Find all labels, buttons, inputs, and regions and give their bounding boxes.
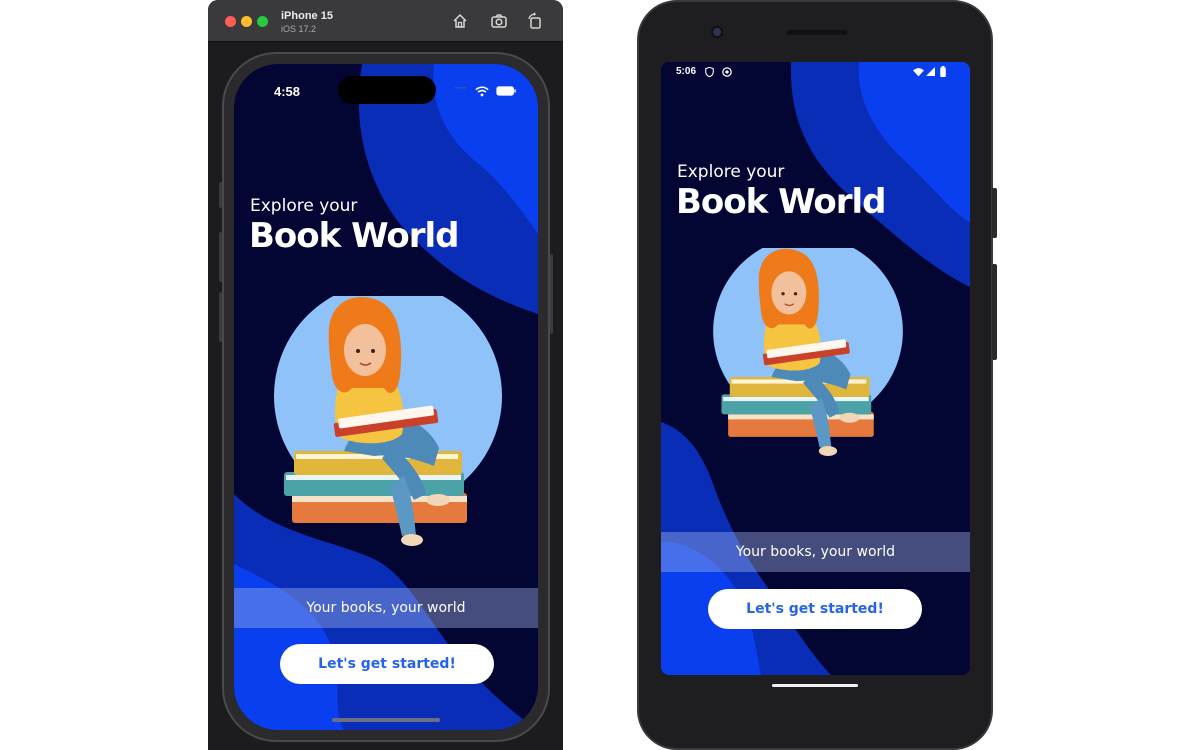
battery-icon bbox=[940, 66, 946, 77]
ios-simulator-window: iPhone 15 iOS 17.2 4:58 ···· Explore you… bbox=[208, 0, 563, 750]
simulator-device-name: iPhone 15 bbox=[281, 10, 333, 22]
shield-icon bbox=[705, 67, 714, 77]
battery-icon bbox=[496, 86, 516, 96]
headline-small: Explore your bbox=[677, 162, 785, 182]
status-time: 4:58 bbox=[274, 84, 301, 99]
android-phone-frame: 5:06 Explore your Book World Your books,… bbox=[637, 0, 997, 750]
volume-down-button bbox=[219, 292, 222, 342]
action-button bbox=[219, 182, 222, 208]
power-button bbox=[992, 188, 997, 238]
gesture-navigation-bar[interactable] bbox=[772, 684, 858, 687]
home-icon[interactable] bbox=[451, 12, 469, 30]
close-window-button[interactable] bbox=[225, 16, 236, 27]
iphone-frame: 4:58 ···· Explore your Book World Your b… bbox=[219, 52, 553, 742]
get-started-button[interactable]: Let's get started! bbox=[708, 589, 922, 629]
ios-app-screen: 4:58 ···· Explore your Book World Your b… bbox=[234, 64, 538, 730]
notification-icon bbox=[722, 67, 732, 77]
reading-girl-illustration bbox=[274, 296, 502, 546]
status-time: 5:06 bbox=[676, 66, 697, 77]
power-button bbox=[550, 254, 553, 334]
signal-icon bbox=[926, 67, 935, 76]
headline-small: Explore your bbox=[250, 196, 358, 216]
headline-large: Book World bbox=[249, 216, 459, 256]
zoom-window-button[interactable] bbox=[257, 16, 268, 27]
wifi-icon bbox=[913, 68, 924, 77]
volume-up-button bbox=[219, 232, 222, 282]
volume-rocker bbox=[992, 264, 997, 360]
simulator-os-version: iOS 17.2 bbox=[281, 24, 317, 34]
dynamic-island bbox=[338, 76, 436, 104]
get-started-button[interactable]: Let's get started! bbox=[280, 644, 494, 684]
android-app-screen: 5:06 Explore your Book World Your books,… bbox=[661, 62, 970, 675]
front-camera bbox=[711, 26, 723, 38]
tagline-banner: Your books, your world bbox=[234, 588, 538, 628]
signal-dots: ···· bbox=[454, 80, 467, 94]
wifi-icon bbox=[475, 86, 489, 97]
home-indicator bbox=[332, 718, 440, 722]
reading-girl-illustration bbox=[713, 248, 903, 456]
screenshot-icon[interactable] bbox=[490, 12, 508, 30]
earpiece-speaker bbox=[787, 30, 847, 35]
tagline-banner: Your books, your world bbox=[661, 532, 970, 572]
headline-large: Book World bbox=[676, 182, 886, 222]
rotate-icon[interactable] bbox=[526, 12, 544, 30]
minimize-window-button[interactable] bbox=[241, 16, 252, 27]
simulator-titlebar: iPhone 15 iOS 17.2 bbox=[208, 0, 563, 42]
